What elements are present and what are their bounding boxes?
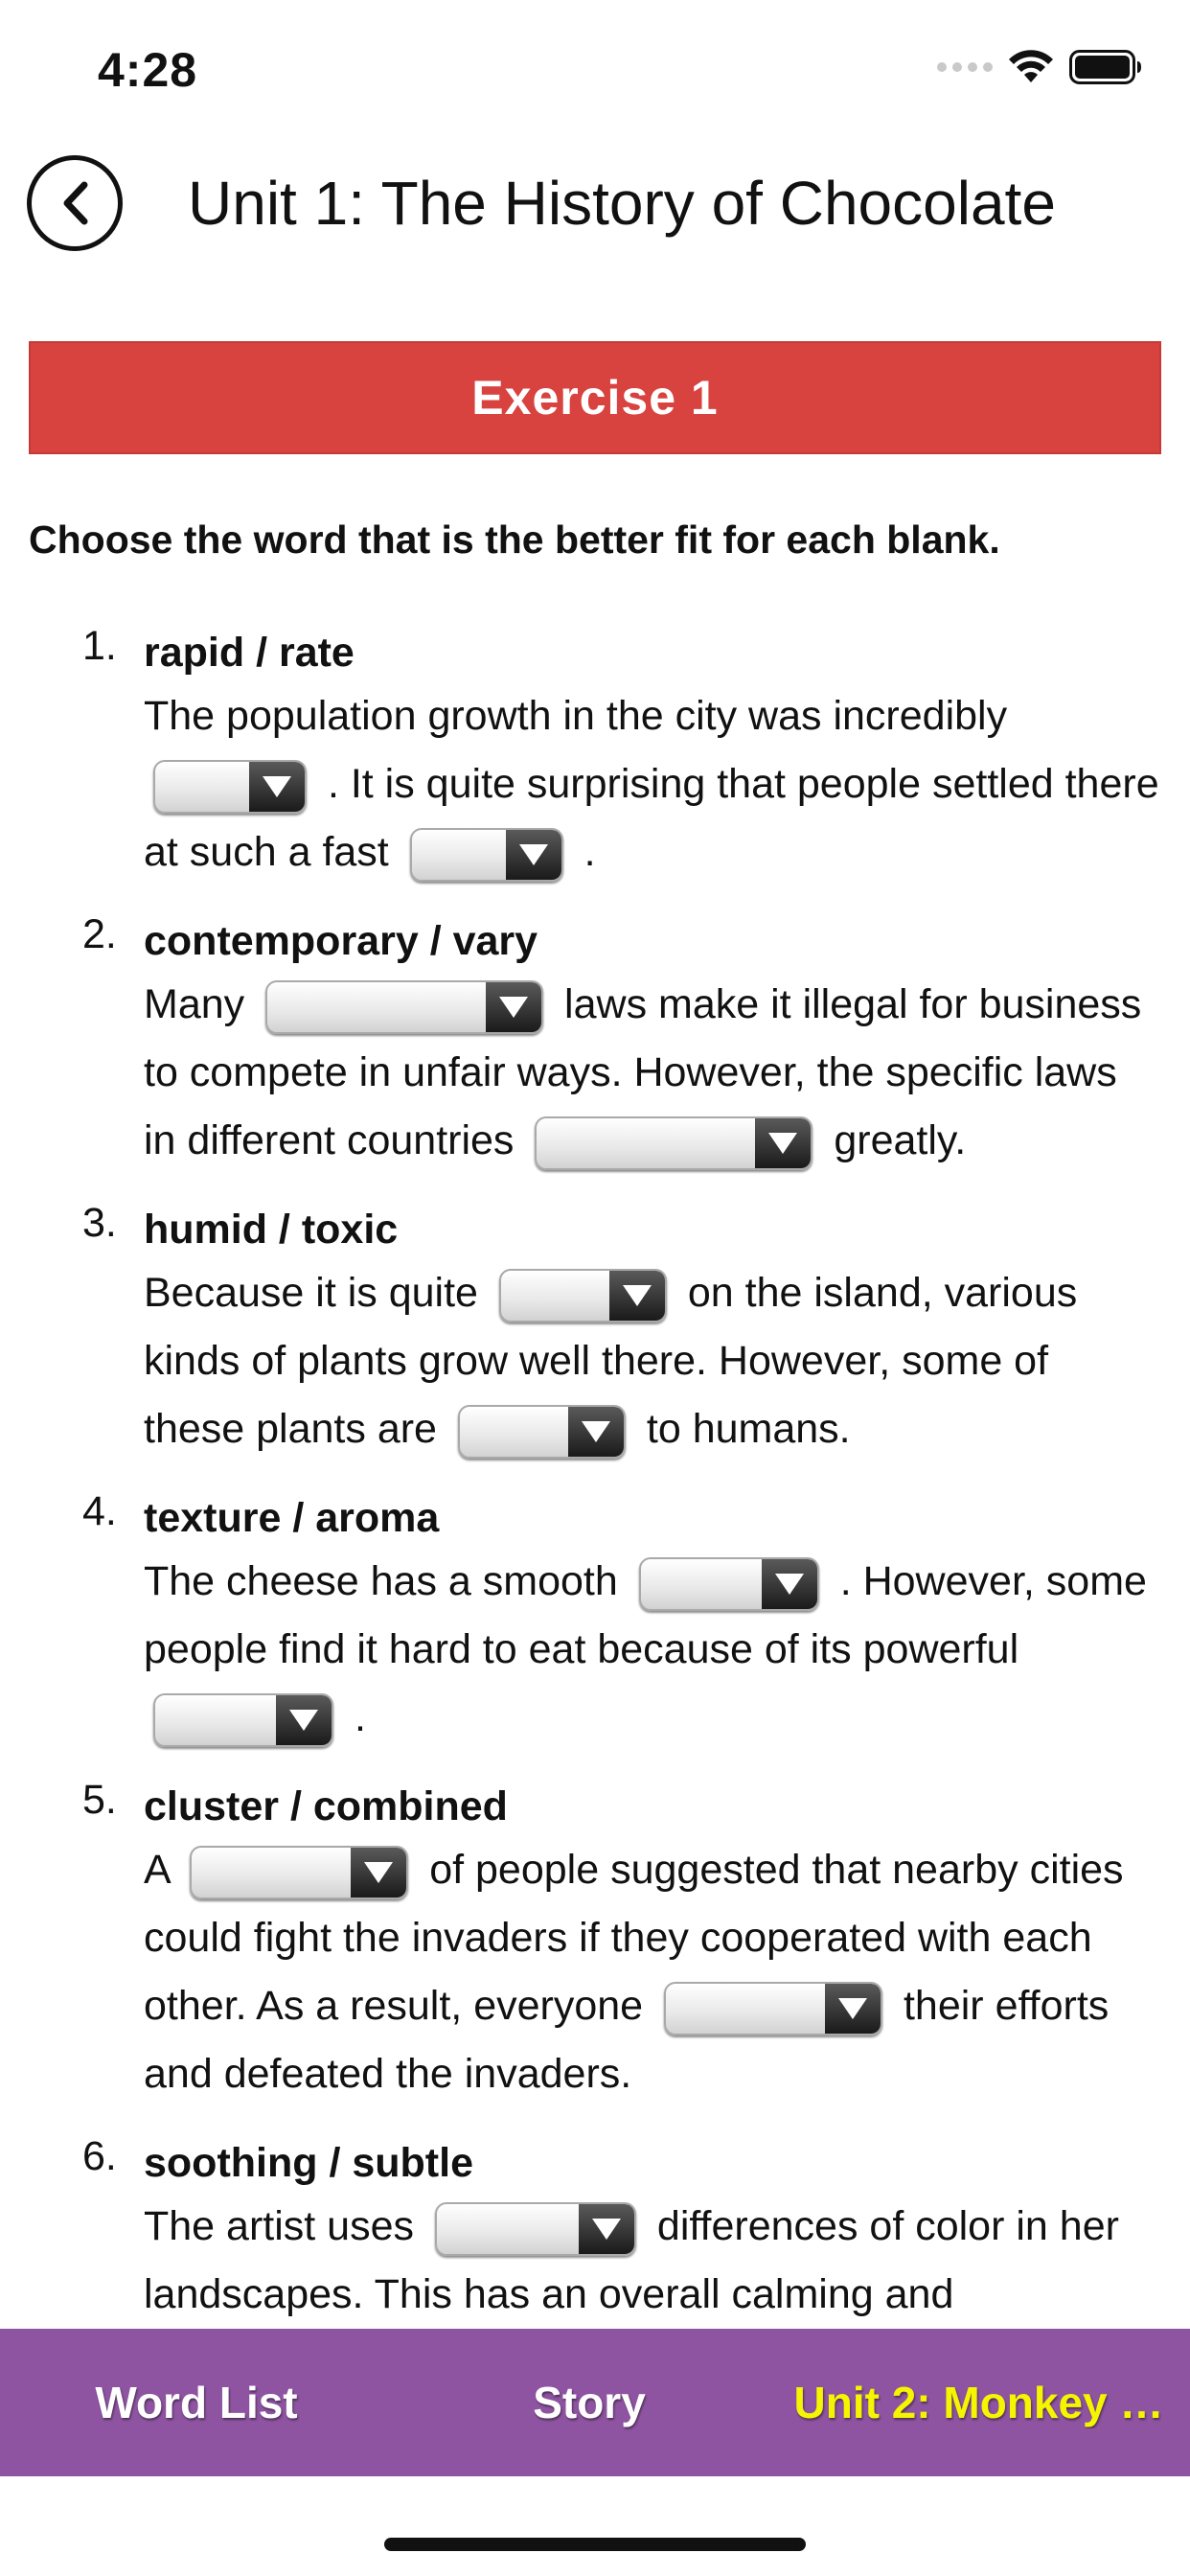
question-body: The population growth in the city was in… — [144, 682, 1159, 886]
question-text: . — [572, 829, 596, 875]
battery-icon — [1069, 50, 1141, 84]
status-bar: 4:28 — [0, 0, 1190, 144]
chevron-left-icon — [63, 181, 88, 225]
question-number: 4. — [82, 1488, 117, 1534]
tab-story[interactable]: Story — [393, 2329, 786, 2476]
instructions: Choose the word that is the better fit f… — [29, 518, 1000, 562]
answer-dropdown[interactable] — [535, 1116, 813, 1170]
question-5: 5. cluster / combined A of people sugges… — [82, 1777, 1159, 2108]
question-text: greatly. — [822, 1117, 967, 1163]
back-button[interactable] — [27, 155, 123, 251]
tab-label: Word List — [95, 2378, 298, 2427]
exercise-title: Exercise 1 — [471, 371, 719, 425]
question-text: The population growth in the city was in… — [144, 693, 1019, 739]
answer-dropdown[interactable] — [498, 1268, 667, 1322]
question-title: contemporary / vary — [144, 918, 538, 964]
answer-dropdown[interactable] — [409, 827, 563, 882]
question-title: cluster / combined — [144, 1783, 508, 1829]
question-title: humid / toxic — [144, 1207, 399, 1253]
tab-label: Story — [533, 2378, 646, 2427]
dropdown-arrow-icon — [276, 1694, 332, 1745]
dropdown-arrow-icon — [486, 981, 542, 1032]
answer-dropdown[interactable] — [638, 1556, 819, 1611]
question-text: A — [144, 1847, 181, 1893]
question-number: 6. — [82, 2133, 117, 2179]
status-icons — [937, 50, 1142, 84]
question-text: Because it is quite — [144, 1270, 490, 1316]
dropdown-arrow-icon — [825, 1983, 881, 2034]
dropdown-arrow-icon — [608, 1270, 665, 1321]
question-text: to humans. — [634, 1406, 851, 1452]
page-title: Unit 1: The History of Chocolate — [188, 169, 1056, 238]
status-time: 4:28 — [98, 43, 198, 97]
answer-dropdown[interactable] — [153, 759, 307, 814]
answer-dropdown[interactable] — [265, 979, 544, 1034]
dropdown-arrow-icon — [567, 1406, 624, 1457]
dropdown-arrow-icon — [351, 1847, 407, 1898]
question-text: The cheese has a smooth — [144, 1558, 629, 1604]
question-body: Because it is quite on the island, vario… — [144, 1259, 1159, 1463]
answer-dropdown[interactable] — [434, 2201, 636, 2256]
cellular-signal-icon — [937, 62, 993, 72]
dropdown-arrow-icon — [249, 761, 305, 812]
question-6: 6. soothing / subtle The artist uses dif… — [82, 2133, 1159, 2329]
bottom-tab-bar: Word List Story Unit 2: Monkey Business — [0, 2329, 1190, 2476]
answer-dropdown[interactable] — [664, 1981, 883, 2036]
home-indicator — [384, 2538, 806, 2551]
question-1: 1. rapid / rate The population growth in… — [82, 623, 1159, 886]
question-3: 3. humid / toxic Because it is quite on … — [82, 1200, 1159, 1463]
question-body: Many laws make it illegal for business t… — [144, 971, 1159, 1175]
question-body: A of people suggested that nearby cities… — [144, 1836, 1159, 2108]
question-4: 4. texture / aroma The cheese has a smoo… — [82, 1488, 1159, 1752]
question-number: 1. — [82, 623, 117, 669]
question-text: . — [343, 1694, 366, 1740]
question-title: rapid / rate — [144, 630, 355, 676]
tab-next-unit[interactable]: Unit 2: Monkey Business — [786, 2329, 1190, 2476]
exercise-banner: Exercise 1 — [29, 341, 1161, 454]
header: Unit 1: The History of Chocolate — [0, 144, 1190, 268]
question-body: The cheese has a smooth . However, some … — [144, 1548, 1159, 1752]
question-text: The artist uses — [144, 2203, 425, 2249]
question-number: 2. — [82, 911, 117, 957]
answer-dropdown[interactable] — [153, 1692, 333, 1747]
dropdown-arrow-icon — [755, 1117, 812, 1168]
question-title: soothing / subtle — [144, 2140, 473, 2186]
question-title: texture / aroma — [144, 1495, 440, 1541]
dropdown-arrow-icon — [505, 829, 561, 880]
answer-dropdown[interactable] — [190, 1845, 409, 1899]
question-number: 3. — [82, 1200, 117, 1246]
dropdown-arrow-icon — [578, 2203, 634, 2254]
wifi-icon — [1009, 50, 1053, 82]
question-2: 2. contemporary / vary Many laws make it… — [82, 911, 1159, 1175]
question-body: The artist uses differences of color in … — [144, 2193, 1159, 2329]
dropdown-arrow-icon — [761, 1558, 817, 1609]
tab-label: Unit 2: Monkey Business — [793, 2378, 1182, 2427]
tab-word-list[interactable]: Word List — [0, 2329, 393, 2476]
question-number: 5. — [82, 1777, 117, 1823]
answer-dropdown[interactable] — [457, 1404, 626, 1459]
question-text: Many — [144, 981, 257, 1027]
question-list: 1. rapid / rate The population growth in… — [0, 623, 1190, 2354]
